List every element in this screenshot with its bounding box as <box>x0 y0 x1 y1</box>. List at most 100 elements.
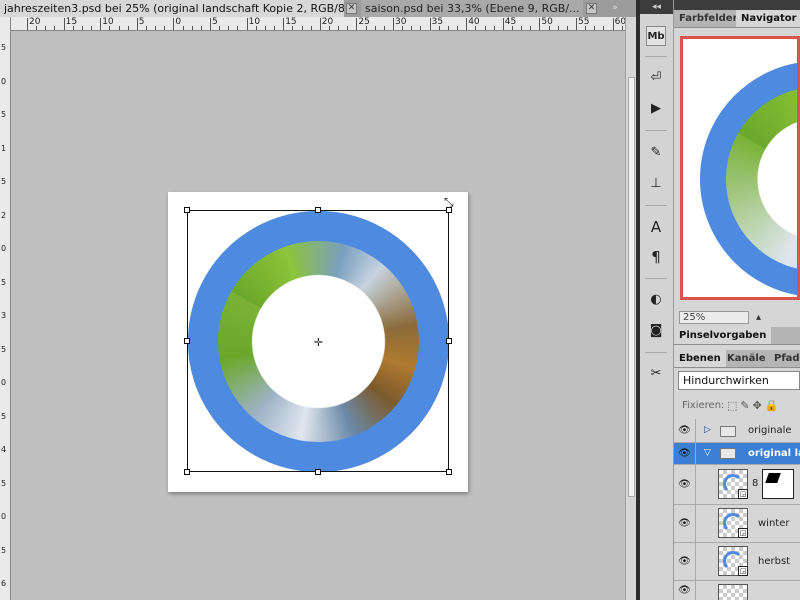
ruler-tick-label: 30 <box>395 17 407 27</box>
ruler-tick <box>127 26 129 30</box>
ruler-tick <box>548 26 550 30</box>
masks-icon[interactable]: ◙ <box>646 321 666 341</box>
ruler-tick <box>310 26 312 30</box>
ruler-tick <box>621 26 623 30</box>
layer-row[interactable]: 👁 ◲ 8 <box>674 465 800 505</box>
mask-link-icon[interactable]: 8 <box>752 478 758 489</box>
adjustments-icon[interactable]: ◐ <box>646 290 666 310</box>
transform-handle-bottom-right[interactable] <box>446 469 452 475</box>
transform-handle-top[interactable] <box>315 207 321 213</box>
ruler-tick <box>493 26 495 30</box>
ruler-tick <box>438 26 440 30</box>
mini-bridge-icon[interactable]: Mb <box>646 26 666 46</box>
layer-thumbnail[interactable]: ◲ <box>718 469 748 499</box>
clone-source-icon[interactable]: ⊥ <box>646 174 666 194</box>
vertical-ruler[interactable]: 5 0 5 1 5 2 0 5 3 5 0 5 4 5 0 5 6 <box>0 17 11 600</box>
smart-object-icon: ◲ <box>738 566 748 576</box>
layer-row[interactable]: 👁 ◲ winter <box>674 505 800 543</box>
layer-thumbnail[interactable] <box>718 584 748 600</box>
ruler-tick <box>566 26 568 30</box>
layer-name[interactable]: original lan <box>748 448 800 459</box>
tab-ebenen[interactable]: Ebenen <box>674 350 726 367</box>
ruler-tick <box>393 18 394 30</box>
layer-mask-thumbnail[interactable] <box>762 469 794 499</box>
pivot-point-icon[interactable]: ✛ <box>313 337 324 348</box>
layer-row-selected[interactable]: 👁 ▽ original lan <box>674 443 800 465</box>
ruler-tick <box>365 26 367 30</box>
transform-handle-top-left[interactable] <box>184 207 190 213</box>
ruler-tick <box>411 26 413 30</box>
layer-thumbnail[interactable]: ◲ <box>718 546 748 576</box>
ruler-tick-label: 40 <box>468 17 480 27</box>
ruler-tick <box>511 26 513 30</box>
layer-name[interactable]: herbst <box>758 556 790 567</box>
group-expand-arrow-icon[interactable]: ▷ <box>704 425 711 435</box>
history-icon[interactable]: ⏎ <box>646 68 666 88</box>
ruler-tick <box>246 18 248 30</box>
brush-icon[interactable]: ✎ <box>646 143 666 163</box>
layer-row[interactable]: 👁 <box>674 581 800 600</box>
navigator-preview[interactable] <box>680 36 800 300</box>
paragraph-icon[interactable]: ¶ <box>646 247 666 267</box>
tool-presets-icon[interactable]: ✂ <box>646 364 666 384</box>
blend-mode-select[interactable]: Hindurchwirken <box>678 371 800 390</box>
navigator-zoom-field[interactable]: 25% <box>679 311 749 324</box>
ruler-tick-label: 4 <box>1 445 7 454</box>
visibility-eye-icon[interactable]: 👁 <box>674 505 696 542</box>
tab-pfade[interactable]: Pfade <box>769 350 800 367</box>
toolstrip-divider <box>645 130 667 131</box>
tab-saison[interactable]: saison.psd bei 33,3% (Ebene 9, RGB/... <box>361 0 583 17</box>
lock-icons[interactable]: ⬚✎✥🔒 <box>727 399 782 412</box>
ruler-tick <box>255 26 257 30</box>
ruler-tick-label: 5 <box>1 478 7 488</box>
layer-name[interactable]: winter <box>758 518 789 529</box>
ruler-tick <box>585 26 587 30</box>
brush-presets-tabs: Pinselvorgaben <box>674 327 800 345</box>
visibility-eye-icon[interactable]: 👁 <box>674 581 696 600</box>
tab-overflow-icon[interactable]: » <box>605 0 625 17</box>
transform-handle-left[interactable] <box>184 338 190 344</box>
ruler-tick <box>164 26 166 30</box>
actions-icon[interactable]: ▶ <box>646 99 666 119</box>
scrollbar-thumb[interactable] <box>628 77 635 497</box>
close-tab-saison-icon[interactable]: ✕ <box>586 3 597 14</box>
ruler-tick-label: 20 <box>321 17 334 27</box>
tab-navigator[interactable]: Navigator <box>736 10 800 27</box>
right-panel-dock: Farbfelder Navigator 25% ▴ Pinselvorgabe… <box>674 0 800 600</box>
zoom-out-icon[interactable]: ▴ <box>756 312 761 323</box>
visibility-eye-icon[interactable]: 👁 <box>674 465 696 504</box>
ruler-tick <box>521 26 523 30</box>
toolstrip-divider <box>645 352 667 353</box>
ruler-tick-label: 5 <box>1 43 7 52</box>
ruler-tick <box>557 26 559 30</box>
navigator-panel-tabs: Farbfelder Navigator <box>674 10 800 28</box>
ruler-tick <box>63 18 65 30</box>
layer-thumbnail[interactable]: ◲ <box>718 508 748 538</box>
tab-farbfelder[interactable]: Farbfelder <box>674 10 743 27</box>
transform-handle-right[interactable] <box>446 338 452 344</box>
ruler-tick <box>530 26 532 30</box>
visibility-eye-icon[interactable]: 👁 <box>674 443 696 464</box>
layer-row[interactable]: 👁 ◲ herbst <box>674 543 800 581</box>
visibility-eye-icon[interactable]: 👁 <box>674 543 696 580</box>
close-tab-jahreszeiten3-icon[interactable]: ✕ <box>346 3 357 14</box>
group-collapse-arrow-icon[interactable]: ▽ <box>704 448 711 458</box>
tab-pinselvorgaben[interactable]: Pinselvorgaben <box>674 327 772 344</box>
ruler-tick-label: 0 <box>1 244 7 253</box>
horizontal-ruler[interactable]: 20 15 10 5 0 5 10 15 20 25 30 35 40 45 50 55 60 <box>10 17 642 31</box>
layers-panel-tabs: Ebenen Kanäle Pfade <box>674 350 800 368</box>
character-icon[interactable]: A <box>646 217 666 237</box>
ruler-tick <box>383 26 385 30</box>
tab-jahreszeiten3[interactable]: jahreszeiten3.psd bei 25% (original land… <box>0 0 344 17</box>
ruler-tick <box>457 26 459 30</box>
transform-handle-bottom[interactable] <box>315 469 321 475</box>
collapse-panels-icon[interactable]: ◂◂ <box>640 0 673 14</box>
layer-name[interactable]: originale <box>748 425 792 436</box>
layer-row[interactable]: 👁 ▷ originale <box>674 419 800 443</box>
tab-kanaele[interactable]: Kanäle <box>722 350 771 367</box>
toolstrip-divider <box>645 205 667 206</box>
transform-handle-bottom-left[interactable] <box>184 469 190 475</box>
ruler-tick <box>274 26 276 30</box>
ruler-tick <box>447 26 449 30</box>
visibility-eye-icon[interactable]: 👁 <box>674 419 696 442</box>
